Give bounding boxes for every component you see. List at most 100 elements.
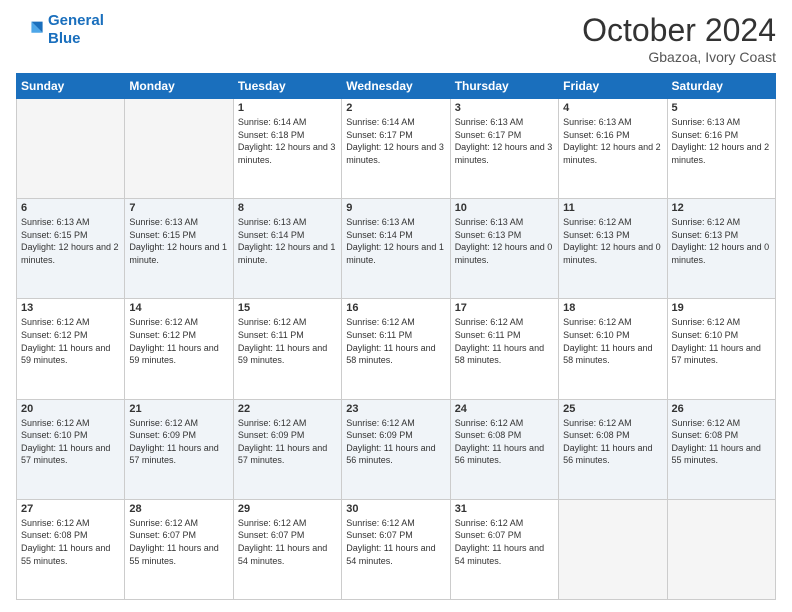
cell-details: Sunrise: 6:12 AMSunset: 6:09 PMDaylight:… [129,417,228,467]
day-number: 23 [346,403,445,415]
calendar-cell: 9 Sunrise: 6:13 AMSunset: 6:14 PMDaylight… [342,199,450,299]
day-number: 24 [455,403,554,415]
day-number: 1 [238,102,337,114]
logo-general: General [48,12,104,29]
day-number: 10 [455,202,554,214]
title-block: October 2024 Gbazoa, Ivory Coast [582,12,776,65]
calendar-header-wednesday: Wednesday [342,74,450,99]
day-number: 13 [21,302,120,314]
cell-details: Sunrise: 6:13 AMSunset: 6:15 PMDaylight:… [129,216,228,266]
calendar-cell: 17 Sunrise: 6:12 AMSunset: 6:11 PMDayligh… [450,299,558,399]
day-number: 14 [129,302,228,314]
logo-icon [16,16,44,44]
calendar-cell: 7 Sunrise: 6:13 AMSunset: 6:15 PMDaylight… [125,199,233,299]
calendar-header-sunday: Sunday [17,74,125,99]
cell-details: Sunrise: 6:12 AMSunset: 6:12 PMDaylight:… [129,316,228,366]
day-number: 25 [563,403,662,415]
cell-details: Sunrise: 6:12 AMSunset: 6:09 PMDaylight:… [238,417,337,467]
calendar-cell: 26Sunrise: 6:12 AMSunset: 6:08 PMDayligh… [667,399,775,499]
cell-details: Sunrise: 6:12 AMSunset: 6:10 PMDaylight:… [672,316,771,366]
calendar-cell [559,499,667,599]
calendar-table: SundayMondayTuesdayWednesdayThursdayFrid… [16,73,776,600]
calendar-cell: 23 Sunrise: 6:12 AMSunset: 6:09 PMDayligh… [342,399,450,499]
cell-details: Sunrise: 6:12 AMSunset: 6:12 PMDaylight:… [21,316,120,366]
calendar-cell: 22 Sunrise: 6:12 AMSunset: 6:09 PMDayligh… [233,399,341,499]
header: General Blue October 2024 Gbazoa, Ivory … [16,12,776,65]
day-number: 28 [129,503,228,515]
calendar-cell: 2 Sunrise: 6:14 AMSunset: 6:17 PMDaylight… [342,99,450,199]
calendar-header-row: SundayMondayTuesdayWednesdayThursdayFrid… [17,74,776,99]
logo-text: General Blue [48,12,104,48]
day-number: 27 [21,503,120,515]
calendar-cell: 30Sunrise: 6:12 AMSunset: 6:07 PMDayligh… [342,499,450,599]
day-number: 3 [455,102,554,114]
cell-details: Sunrise: 6:12 AMSunset: 6:07 PMDaylight:… [129,517,228,567]
cell-details: Sunrise: 6:14 AMSunset: 6:17 PMDaylight:… [346,116,445,166]
calendar-cell: 25Sunrise: 6:12 AMSunset: 6:08 PMDayligh… [559,399,667,499]
cell-details: Sunrise: 6:12 AMSunset: 6:13 PMDaylight:… [563,216,662,266]
day-number: 9 [346,202,445,214]
calendar-week-row: 13 Sunrise: 6:12 AMSunset: 6:12 PMDayligh… [17,299,776,399]
cell-details: Sunrise: 6:12 AMSunset: 6:08 PMDaylight:… [21,517,120,567]
calendar-cell: 20Sunrise: 6:12 AMSunset: 6:10 PMDayligh… [17,399,125,499]
cell-details: Sunrise: 6:12 AMSunset: 6:07 PMDaylight:… [455,517,554,567]
day-number: 21 [129,403,228,415]
day-number: 11 [563,202,662,214]
calendar-cell: 10 Sunrise: 6:13 AMSunset: 6:13 PMDayligh… [450,199,558,299]
calendar-cell: 11 Sunrise: 6:12 AMSunset: 6:13 PMDayligh… [559,199,667,299]
calendar-week-row: 20Sunrise: 6:12 AMSunset: 6:10 PMDayligh… [17,399,776,499]
cell-details: Sunrise: 6:12 AMSunset: 6:08 PMDaylight:… [455,417,554,467]
day-number: 2 [346,102,445,114]
calendar-cell: 3Sunrise: 6:13 AMSunset: 6:17 PMDaylight… [450,99,558,199]
day-number: 29 [238,503,337,515]
calendar-cell [17,99,125,199]
calendar-cell: 13 Sunrise: 6:12 AMSunset: 6:12 PMDayligh… [17,299,125,399]
cell-details: Sunrise: 6:12 AMSunset: 6:08 PMDaylight:… [672,417,771,467]
cell-details: Sunrise: 6:12 AMSunset: 6:10 PMDaylight:… [563,316,662,366]
cell-details: Sunrise: 6:13 AMSunset: 6:16 PMDaylight:… [563,116,662,166]
day-number: 19 [672,302,771,314]
cell-details: Sunrise: 6:12 AMSunset: 6:10 PMDaylight:… [21,417,120,467]
cell-details: Sunrise: 6:13 AMSunset: 6:15 PMDaylight:… [21,216,120,266]
day-number: 22 [238,403,337,415]
cell-details: Sunrise: 6:12 AMSunset: 6:11 PMDaylight:… [455,316,554,366]
day-number: 18 [563,302,662,314]
logo: General Blue [16,12,104,48]
cell-details: Sunrise: 6:12 AMSunset: 6:09 PMDaylight:… [346,417,445,467]
cell-details: Sunrise: 6:13 AMSunset: 6:13 PMDaylight:… [455,216,554,266]
calendar-cell: 19 Sunrise: 6:12 AMSunset: 6:10 PMDayligh… [667,299,775,399]
calendar-cell: 15 Sunrise: 6:12 AMSunset: 6:11 PMDayligh… [233,299,341,399]
day-number: 16 [346,302,445,314]
day-number: 6 [21,202,120,214]
cell-details: Sunrise: 6:12 AMSunset: 6:11 PMDaylight:… [238,316,337,366]
subtitle: Gbazoa, Ivory Coast [582,49,776,65]
calendar-cell: 18 Sunrise: 6:12 AMSunset: 6:10 PMDayligh… [559,299,667,399]
calendar-cell: 8Sunrise: 6:13 AMSunset: 6:14 PMDaylight… [233,199,341,299]
calendar-cell: 21 Sunrise: 6:12 AMSunset: 6:09 PMDayligh… [125,399,233,499]
day-number: 7 [129,202,228,214]
cell-details: Sunrise: 6:12 AMSunset: 6:13 PMDaylight:… [672,216,771,266]
cell-details: Sunrise: 6:13 AMSunset: 6:14 PMDaylight:… [238,216,337,266]
month-title: October 2024 [582,12,776,49]
page: General Blue October 2024 Gbazoa, Ivory … [0,0,792,612]
calendar-cell: 16Sunrise: 6:12 AMSunset: 6:11 PMDayligh… [342,299,450,399]
calendar-cell: 1Sunrise: 6:14 AMSunset: 6:18 PMDaylight… [233,99,341,199]
calendar-cell: 29Sunrise: 6:12 AMSunset: 6:07 PMDayligh… [233,499,341,599]
calendar-header-monday: Monday [125,74,233,99]
calendar-cell: 31 Sunrise: 6:12 AMSunset: 6:07 PMDayligh… [450,499,558,599]
day-number: 17 [455,302,554,314]
cell-details: Sunrise: 6:13 AMSunset: 6:16 PMDaylight:… [672,116,771,166]
calendar-cell: 24 Sunrise: 6:12 AMSunset: 6:08 PMDayligh… [450,399,558,499]
calendar-cell: 12Sunrise: 6:12 AMSunset: 6:13 PMDayligh… [667,199,775,299]
calendar-header-thursday: Thursday [450,74,558,99]
calendar-week-row: 1Sunrise: 6:14 AMSunset: 6:18 PMDaylight… [17,99,776,199]
day-number: 15 [238,302,337,314]
day-number: 31 [455,503,554,515]
cell-details: Sunrise: 6:13 AMSunset: 6:14 PMDaylight:… [346,216,445,266]
calendar-cell: 27 Sunrise: 6:12 AMSunset: 6:08 PMDayligh… [17,499,125,599]
calendar-header-friday: Friday [559,74,667,99]
calendar-cell [667,499,775,599]
calendar-header-tuesday: Tuesday [233,74,341,99]
day-number: 30 [346,503,445,515]
calendar-cell: 28 Sunrise: 6:12 AMSunset: 6:07 PMDayligh… [125,499,233,599]
